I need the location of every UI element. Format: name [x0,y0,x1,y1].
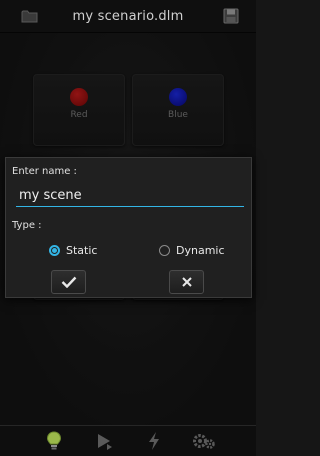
new-scene-dialog: Enter name : Type : Static Dynamic [5,157,252,298]
name-heading: Enter name : [12,166,77,177]
lightning-icon[interactable] [144,431,164,451]
lightbulb-icon[interactable] [44,431,64,451]
scene-name-input[interactable] [16,185,244,207]
close-icon [181,273,193,292]
checkmark-icon [61,273,77,292]
confirm-button[interactable] [51,270,86,294]
bottom-navigation [0,425,256,456]
type-heading: Type : [12,220,42,231]
radio-selected-icon [49,245,60,256]
radio-unselected-icon [159,245,170,256]
gears-icon[interactable] [192,431,216,451]
save-icon[interactable] [222,7,240,25]
action-bar: my scenario.dlm [0,0,256,33]
radio-static[interactable]: Static [49,244,97,257]
app-title: my scenario.dlm [72,8,184,24]
play-icon[interactable] [94,431,114,451]
radio-static-label: Static [66,244,98,257]
cancel-button[interactable] [169,270,204,294]
radio-dynamic-label: Dynamic [176,244,225,257]
folder-icon[interactable] [21,7,39,25]
radio-dynamic[interactable]: Dynamic [159,244,225,257]
